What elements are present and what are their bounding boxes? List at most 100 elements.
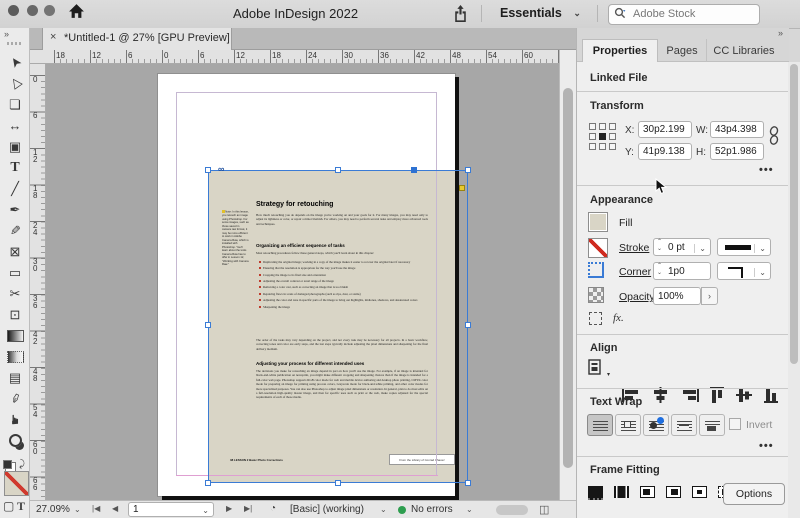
corner-editor-widget[interactable] [459,185,465,191]
handle-bottom-left[interactable] [205,480,211,486]
home-icon[interactable] [68,3,85,25]
frame-fitting-options-button[interactable]: Options [723,483,785,505]
wrap-jump-object-button[interactable] [671,414,697,436]
dock-collapse-icon[interactable]: » [778,28,783,38]
dock-scrollbar[interactable] [788,62,800,518]
hand-tool[interactable]: ☛ [3,409,27,430]
opacity-expand-button[interactable]: › [701,287,718,305]
reference-point-locator[interactable] [589,123,618,152]
swap-fill-stroke-icon[interactable]: ⤸ [19,459,25,470]
fit-content-to-frame-button[interactable] [640,486,655,498]
last-page-button[interactable]: ▶| [244,504,252,513]
h-input[interactable]: 52p1.986 [710,143,764,160]
zoom-chevron-icon[interactable]: ⌄ [74,505,81,514]
page-tool[interactable]: ❏ [3,94,27,115]
formatting-text-icon[interactable]: T [17,499,25,514]
tab-cc-libraries[interactable]: CC Libraries [706,39,781,62]
align-center-vertical-button[interactable] [735,386,754,409]
wrap-bounding-box-button[interactable] [615,414,641,436]
wrap-none-button[interactable] [587,414,613,436]
rectangle-frame-tool[interactable]: ⊠ [3,241,27,262]
tab-properties[interactable]: Properties [582,39,658,62]
document-tab[interactable]: × *Untitled-1 @ 27% [GPU Preview] [42,28,232,50]
preflight-profile[interactable]: [Basic] (working) [290,504,364,515]
handle-top-right[interactable] [465,167,471,173]
fill-frame-proportionally-button[interactable] [588,486,603,500]
stepper-arrows-icon[interactable]: ⌃ ⌄ [657,263,662,276]
center-content-button[interactable] [692,486,707,498]
fill-swatch[interactable] [4,471,29,496]
free-transform-tool[interactable]: ⊡ [3,304,27,325]
window-zoom-button[interactable] [44,4,55,16]
panel-drag-handle[interactable] [7,42,23,45]
link-badge-icon[interactable]: ∞ [218,165,224,174]
handle-bottom-center[interactable] [335,480,341,486]
status-chevron-icon[interactable]: ⌄ [466,505,473,514]
preflight-chevron-icon[interactable]: ⌄ [380,505,387,514]
direct-selection-tool[interactable]: ▷ [3,73,27,94]
tab-close-icon[interactable]: × [50,31,56,43]
note-tool[interactable]: ▤ [3,367,27,388]
invert-checkbox[interactable] [729,418,741,430]
default-fill-stroke-icon[interactable] [3,460,12,469]
gradient-feather-tool[interactable] [3,346,27,367]
align-right-button[interactable] [681,386,700,409]
wrap-object-shape-button[interactable] [643,414,669,436]
corner-style-chevron-icon[interactable]: ⌄ [754,268,766,277]
gap-tool[interactable]: ↔ [3,115,27,136]
wrap-jump-next-column-button[interactable] [699,414,725,436]
window-minimize-button[interactable] [27,4,38,16]
stroke-weight-stepper[interactable]: ⌃ ⌄ 0 pt ⌄ [653,238,711,256]
canvas[interactable]: Note: In this lesson, you retouch an ima… [46,64,559,500]
fit-frame-to-content-button[interactable] [666,486,681,498]
stroke-style-dropdown[interactable]: ⌄ [717,238,771,256]
opacity-input[interactable]: 100% [653,287,701,305]
vertical-ruler[interactable]: 0 6 12 18 24 30 36 42 48 54 60 66 [30,64,46,500]
stroke-swatch[interactable] [588,238,608,258]
object-style-icon[interactable] [589,312,602,325]
corner-radius-stepper[interactable]: ⌃ ⌄ 1p0 [653,262,711,280]
align-to-dropdown[interactable]: ▾ [588,359,610,379]
canvas-vscrollbar[interactable] [559,50,576,500]
page-chevron-icon[interactable]: ⌄ [202,506,209,515]
pencil-tool[interactable]: ✎ [3,220,27,241]
line-tool[interactable]: ╱ [3,178,27,199]
w-input[interactable]: 43p4.398 [710,121,764,138]
preflight-status[interactable]: No errors [411,504,453,515]
split-layout-icon[interactable]: ◫ [539,503,549,516]
tab-pages[interactable]: Pages [658,39,706,62]
horizontal-ruler[interactable]: 18126061218243036424854606 [30,50,576,64]
stepper-arrows-icon[interactable]: ⌃ ⌄ [657,239,662,252]
gradient-swatch-tool[interactable] [3,325,27,346]
zoom-level[interactable]: 27.09% [36,504,70,515]
fit-content-proportionally-button[interactable] [614,486,629,498]
handle-bottom-right[interactable] [465,480,471,486]
stroke-label[interactable]: Stroke [619,242,649,254]
canvas-vscroll-thumb[interactable] [563,88,573,468]
fill-label[interactable]: Fill [619,217,632,229]
preflight-icon[interactable]: ◔ [270,503,276,514]
dock-scroll-thumb[interactable] [790,64,798,364]
effects-fx-icon[interactable]: fx. [613,312,624,324]
selection-frame[interactable] [208,170,468,483]
transform-more-options[interactable]: ••• [759,164,774,176]
x-input[interactable]: 30p2.199 [638,121,692,138]
selection-tool[interactable]: ➤ [3,52,27,73]
zoom-tool[interactable] [3,430,27,451]
y-input[interactable]: 41p9.138 [638,143,692,160]
corner-style-dropdown[interactable]: ⌄ [717,262,771,280]
prev-page-button[interactable]: ◀ [112,504,118,513]
type-tool[interactable]: T [3,157,27,178]
next-page-button[interactable]: ▶ [226,504,232,513]
pen-tool[interactable]: ✒ [3,199,27,220]
first-page-button[interactable]: |◀ [92,504,100,513]
fill-swatch-panel[interactable] [588,212,608,232]
align-top-button[interactable] [708,386,727,409]
opacity-label[interactable]: Opacity [619,291,655,303]
corner-label[interactable]: Corner [619,266,651,278]
share-icon[interactable] [452,4,469,28]
text-wrap-more-options[interactable]: ••• [759,440,774,452]
handle-middle-right[interactable] [465,322,471,328]
window-close-button[interactable] [8,4,19,16]
panel-collapse-icon[interactable]: » [4,29,9,39]
